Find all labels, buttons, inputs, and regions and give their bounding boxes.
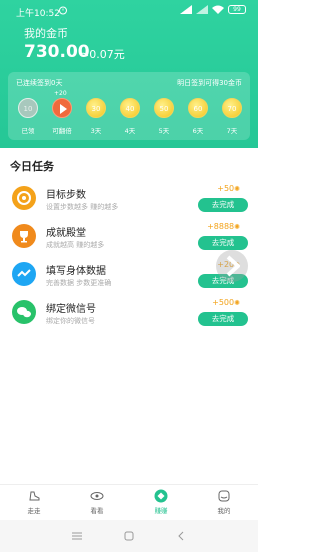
signin-day-3[interactable]: 30 3天 (82, 92, 110, 136)
header: 上午10:52 99 我的金币 730.00 ≈0.07元 已连续签到0天 明日… (0, 0, 258, 148)
coin-spark-icon: ✺ (234, 185, 240, 193)
tab-label: 看看 (90, 507, 104, 515)
signin-day-5[interactable]: 50 5天 (150, 92, 178, 136)
section-title: 今日任务 (10, 160, 54, 173)
tab-walk[interactable]: 走走 (14, 489, 54, 519)
profile-icon (218, 490, 230, 502)
task-title: 成就殿堂 (46, 228, 86, 239)
coin-icon: 50 (154, 98, 174, 118)
signin-day-1[interactable]: 10 已领 (14, 92, 42, 136)
task-complete-button[interactable]: 去完成 (198, 198, 248, 212)
signin-day-6[interactable]: 60 6天 (184, 92, 212, 136)
coin-icon: 10 (18, 98, 38, 118)
coin-icon: 40 (120, 98, 140, 118)
home-icon[interactable] (122, 529, 136, 543)
task-item-body-data: 填写身体数据 完善数据 步数更准确 +20✺ 去完成 (10, 260, 250, 294)
signin-day-label: 已领 (21, 127, 35, 135)
chevron-right-icon[interactable] (216, 250, 248, 282)
task-title: 目标步数 (46, 190, 86, 201)
signin-day-label: 7天 (226, 127, 238, 135)
task-item-wechat: 绑定微信号 绑定你的微信号 +500✺ 去完成 (10, 298, 250, 332)
signin-days: 10 已领 +20 可翻倍 30 3天 40 4天 50 5天 60 6天 70… (12, 90, 248, 136)
coin-spark-icon: ✺ (234, 299, 240, 307)
coin-icon: 70 (222, 98, 242, 118)
signin-day-label: 5天 (158, 127, 170, 135)
signin-tomorrow: 明日签到可得30金币 (177, 79, 242, 87)
task-complete-button[interactable]: 去完成 (198, 312, 248, 326)
signin-day-label: 3天 (90, 127, 102, 135)
wechat-icon (12, 300, 36, 324)
coin-icon: 30 (86, 98, 106, 118)
system-nav-bar (0, 520, 258, 552)
tab-label: 走走 (27, 507, 41, 515)
signin-day-label: 6天 (192, 127, 204, 135)
coin-label: 我的金币 (24, 27, 68, 40)
bottom-tabbar: 走走 看看 赚赚 我的 (0, 484, 258, 520)
task-reward: +500✺ (212, 298, 240, 307)
signin-day-2[interactable]: +20 可翻倍 (48, 90, 76, 136)
shoe-icon (29, 491, 40, 501)
diamond-icon (154, 489, 168, 503)
signin-day-4[interactable]: 40 4天 (116, 92, 144, 136)
signin-day-label: 可翻倍 (52, 127, 72, 135)
task-title: 绑定微信号 (46, 304, 96, 315)
task-desc: 设置步数越多 赚的越多 (46, 203, 119, 211)
menu-icon[interactable] (70, 529, 84, 543)
tab-label: 赚赚 (154, 507, 168, 515)
signal-icon (180, 5, 192, 14)
tab-label: 我的 (217, 507, 231, 515)
task-complete-button[interactable]: 去完成 (198, 236, 248, 250)
task-desc: 绑定你的微信号 (46, 317, 95, 325)
alarm-icon (59, 6, 67, 15)
back-icon[interactable] (174, 529, 188, 543)
status-bar: 上午10:52 99 (0, 0, 258, 20)
trophy-icon (12, 224, 36, 248)
signal-icon-2 (196, 5, 208, 14)
coin-spark-icon: ✺ (234, 223, 240, 231)
wifi-icon (212, 5, 224, 14)
play-video-icon[interactable] (52, 98, 72, 118)
task-desc: 完善数据 步数更准确 (46, 279, 112, 287)
task-reward: +50✺ (217, 184, 240, 193)
signin-card: 已连续签到0天 明日签到可得30金币 10 已领 +20 可翻倍 30 3天 4… (8, 72, 250, 140)
signin-day-label: 4天 (124, 127, 136, 135)
coin-icon: 60 (188, 98, 208, 118)
chart-icon (12, 262, 36, 286)
battery-icon: 99 (228, 5, 246, 14)
bonus-label: +20 (54, 90, 67, 97)
task-reward: +8888✺ (207, 222, 240, 231)
target-icon (12, 186, 36, 210)
signin-day-7[interactable]: 70 7天 (218, 92, 246, 136)
task-item-achievements: 成就殿堂 成就越高 赚的越多 +8888✺ 去完成 (10, 222, 250, 256)
task-title: 填写身体数据 (46, 266, 106, 277)
status-time: 上午10:52 (16, 9, 60, 19)
tab-watch[interactable]: 看看 (77, 489, 117, 519)
signin-streak: 已连续签到0天 (16, 79, 63, 87)
coin-money: ≈0.07元 (80, 48, 125, 61)
task-item-target-steps: 目标步数 设置步数越多 赚的越多 +50✺ 去完成 (10, 184, 250, 218)
task-desc: 成就越高 赚的越多 (46, 241, 105, 249)
tab-profile[interactable]: 我的 (204, 489, 244, 519)
tab-earn[interactable]: 赚赚 (141, 489, 181, 519)
eye-icon (90, 492, 104, 500)
